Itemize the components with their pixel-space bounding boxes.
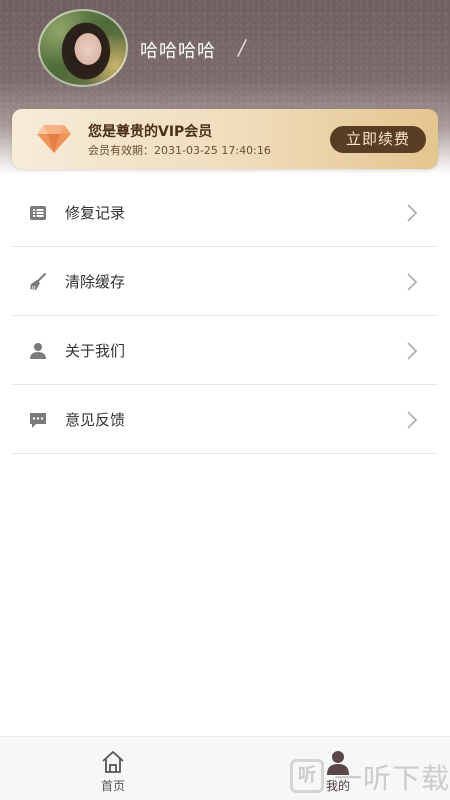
edit-icon[interactable] [235, 38, 249, 58]
person-icon [30, 343, 46, 359]
list-icon [30, 206, 46, 220]
bottom-tab-bar: 首页 我的 [0, 736, 450, 800]
chevron-right-icon [407, 273, 418, 291]
diamond-icon [37, 125, 71, 153]
menu-item-label: 意见反馈 [65, 411, 126, 429]
avatar[interactable] [38, 9, 128, 87]
menu-item-label: 修复记录 [65, 204, 126, 222]
vip-card: 您是尊贵的VIP会员 会员有效期：2031-03-25 17:40:16 立即续… [12, 109, 438, 169]
username: 哈哈哈哈 [140, 41, 216, 62]
tab-home-label: 首页 [100, 779, 125, 793]
menu-item-clear-cache[interactable]: 清除缓存 [12, 247, 438, 316]
person-icon [327, 751, 349, 775]
vip-expiry: 会员有效期：2031-03-25 17:40:16 [88, 144, 271, 157]
vip-title: 您是尊贵的VIP会员 [88, 124, 213, 140]
menu-item-label: 关于我们 [65, 342, 126, 360]
broom-icon [30, 273, 46, 290]
menu-item-feedback[interactable]: 意见反馈 [12, 385, 438, 454]
tab-mine-label: 我的 [325, 779, 350, 793]
menu-item-repair-history[interactable]: 修复记录 [12, 178, 438, 247]
chevron-right-icon [407, 204, 418, 222]
tab-home[interactable]: 首页 [53, 737, 173, 800]
home-icon [102, 751, 124, 773]
chevron-right-icon [407, 342, 418, 360]
tab-mine[interactable]: 我的 [278, 737, 398, 800]
menu-item-label: 清除缓存 [65, 273, 126, 291]
chevron-right-icon [407, 411, 418, 429]
renew-button[interactable]: 立即续费 [330, 126, 426, 153]
chat-bubble-icon [30, 413, 46, 428]
settings-menu: 修复记录 清除缓存 关于我们 意见反馈 [12, 178, 438, 454]
menu-item-about-us[interactable]: 关于我们 [12, 316, 438, 385]
